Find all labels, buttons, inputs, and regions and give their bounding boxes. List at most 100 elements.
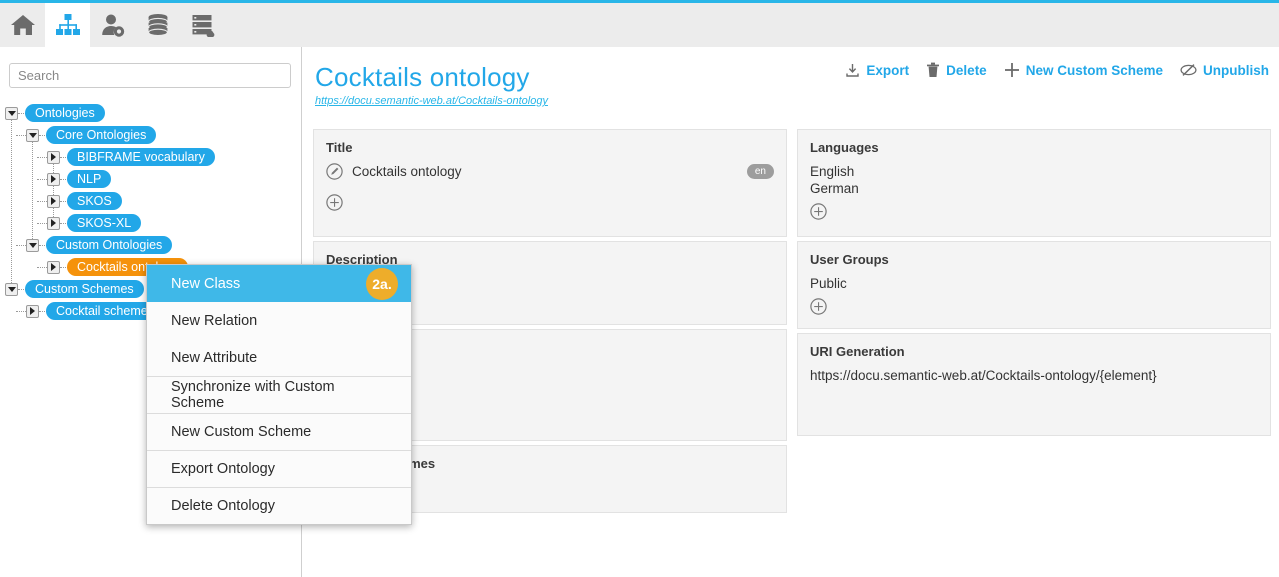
tree-node-skos-xl[interactable]: SKOS-XL: [0, 212, 302, 234]
card-uri-generation: URI Generation https://docu.semantic-web.…: [797, 333, 1271, 436]
add-button[interactable]: [326, 194, 343, 211]
delete-button[interactable]: Delete: [926, 62, 987, 78]
card-title: User Groups: [810, 252, 1258, 267]
tree-node-label[interactable]: SKOS: [67, 192, 122, 210]
chevron-right-icon[interactable]: [47, 217, 60, 230]
unpublish-label: Unpublish: [1203, 63, 1269, 78]
menu-item-label: New Class: [171, 276, 240, 292]
chevron-down-icon[interactable]: [5, 283, 18, 296]
tree-node-ontologies[interactable]: Ontologies: [0, 102, 302, 124]
menu-item-label: Synchronize with Custom Scheme: [171, 379, 387, 411]
menu-item-label: New Custom Scheme: [171, 424, 311, 440]
nav-database-button[interactable]: [135, 3, 180, 47]
nav-server-button[interactable]: [180, 3, 225, 47]
tree-node-skos[interactable]: SKOS: [0, 190, 302, 212]
tree-node-custom-ontologies[interactable]: Custom Ontologies: [0, 234, 302, 256]
menu-item-delete-ontology[interactable]: Delete Ontology: [147, 487, 411, 524]
card-title: Languages: [810, 140, 1258, 155]
delete-label: Delete: [946, 63, 987, 78]
expander-arrow: [51, 197, 56, 205]
menu-item-synchronize-with-custom-scheme[interactable]: Synchronize with Custom Scheme: [147, 376, 411, 413]
tree-node-label[interactable]: Custom Schemes: [25, 280, 144, 298]
card-languages: Languages EnglishGerman: [797, 129, 1271, 237]
card-value-row: https://docu.semantic-web.at/Cocktails-o…: [810, 367, 1258, 384]
nav-user-settings-button[interactable]: [90, 3, 135, 47]
edit-pencil-icon[interactable]: [326, 163, 343, 180]
tree-node-label[interactable]: Ontologies: [25, 104, 105, 122]
database-icon: [145, 13, 171, 37]
menu-item-new-class[interactable]: New Class 2a.: [147, 265, 411, 302]
chevron-right-icon[interactable]: [47, 173, 60, 186]
new-custom-scheme-button[interactable]: New Custom Scheme: [1004, 62, 1163, 78]
add-button[interactable]: [810, 298, 827, 315]
card-value: Public: [810, 275, 847, 292]
tree-connector: [16, 311, 26, 312]
expander-arrow: [30, 307, 35, 315]
expander-arrow: [51, 153, 56, 161]
tree-node-label[interactable]: NLP: [67, 170, 111, 188]
search-input[interactable]: [9, 63, 291, 88]
export-icon: [845, 63, 860, 78]
chevron-down-icon[interactable]: [5, 107, 18, 120]
tree-guide-line: [53, 157, 54, 223]
chevron-right-icon[interactable]: [26, 305, 39, 318]
tree-node-core-ontologies[interactable]: Core Ontologies: [0, 124, 302, 146]
expander-arrow: [8, 287, 16, 292]
chevron-right-icon[interactable]: [47, 195, 60, 208]
menu-item-export-ontology[interactable]: Export Ontology: [147, 450, 411, 487]
chevron-down-icon[interactable]: [26, 129, 39, 142]
tree-node-nlp[interactable]: NLP: [0, 168, 302, 190]
card-value: German: [810, 180, 859, 197]
expander-arrow: [51, 219, 56, 227]
card-title: URI Generation: [810, 344, 1258, 359]
chevron-down-icon[interactable]: [26, 239, 39, 252]
tree-node-label[interactable]: Core Ontologies: [46, 126, 156, 144]
menu-item-new-attribute[interactable]: New Attribute: [147, 339, 411, 376]
tree-node-label[interactable]: Custom Ontologies: [46, 236, 172, 254]
menu-item-label: New Attribute: [171, 350, 257, 366]
server-cloud-icon: [190, 13, 216, 37]
tree-node-label[interactable]: Cocktail scheme: [46, 302, 158, 320]
card-user-groups: User Groups Public: [797, 241, 1271, 329]
expander-arrow: [8, 111, 16, 116]
tree-node-label[interactable]: SKOS-XL: [67, 214, 141, 232]
language-badge: en: [747, 164, 774, 179]
nav-ontology-button[interactable]: [45, 3, 90, 47]
context-menu: New Class 2a.New Relation New Attribute Syn…: [146, 264, 412, 525]
tree-node-bibframe-vocabulary[interactable]: BIBFRAME vocabulary: [0, 146, 302, 168]
tree-connector: [37, 267, 47, 268]
menu-item-label: Delete Ontology: [171, 498, 275, 514]
nav-home-button[interactable]: [0, 3, 45, 47]
top-navigation-bar: [0, 3, 1279, 47]
unpublish-icon: [1180, 63, 1197, 77]
chevron-right-icon[interactable]: [47, 151, 60, 164]
main-panel: Cocktails ontology https://docu.semantic…: [303, 47, 1279, 577]
export-button[interactable]: Export: [845, 63, 909, 78]
menu-item-new-custom-scheme[interactable]: New Custom Scheme: [147, 413, 411, 450]
step-badge: 2a.: [366, 268, 398, 300]
ontology-url-link[interactable]: https://docu.semantic-web.at/Cocktails-o…: [315, 95, 548, 107]
tree-connector: [16, 135, 26, 136]
user-settings-icon: [100, 13, 126, 37]
card-value-row: Cocktails ontologyen: [326, 163, 774, 180]
card-title: TitleCocktails ontologyen: [313, 129, 787, 237]
tree-connector: [16, 245, 26, 246]
tree-guide-line: [11, 113, 12, 289]
menu-item-new-relation[interactable]: New Relation: [147, 302, 411, 339]
export-label: Export: [866, 63, 909, 78]
tree-connector: [37, 201, 47, 202]
page-title: Cocktails ontology: [315, 62, 530, 93]
card-value-row: German: [810, 180, 1258, 197]
card-value: https://docu.semantic-web.at/Cocktails-o…: [810, 367, 1157, 384]
home-icon: [10, 13, 36, 37]
plus-icon: [1004, 62, 1020, 78]
unpublish-button[interactable]: Unpublish: [1180, 63, 1269, 78]
card-value-row: English: [810, 163, 1258, 180]
action-toolbar: Export Delete New Custom Scheme: [845, 62, 1269, 78]
tree-node-label[interactable]: BIBFRAME vocabulary: [67, 148, 215, 166]
ontology-hierarchy-icon: [55, 13, 81, 37]
add-button[interactable]: [810, 203, 827, 220]
chevron-right-icon[interactable]: [47, 261, 60, 274]
expander-arrow: [51, 263, 56, 271]
card-value: English: [810, 163, 854, 180]
